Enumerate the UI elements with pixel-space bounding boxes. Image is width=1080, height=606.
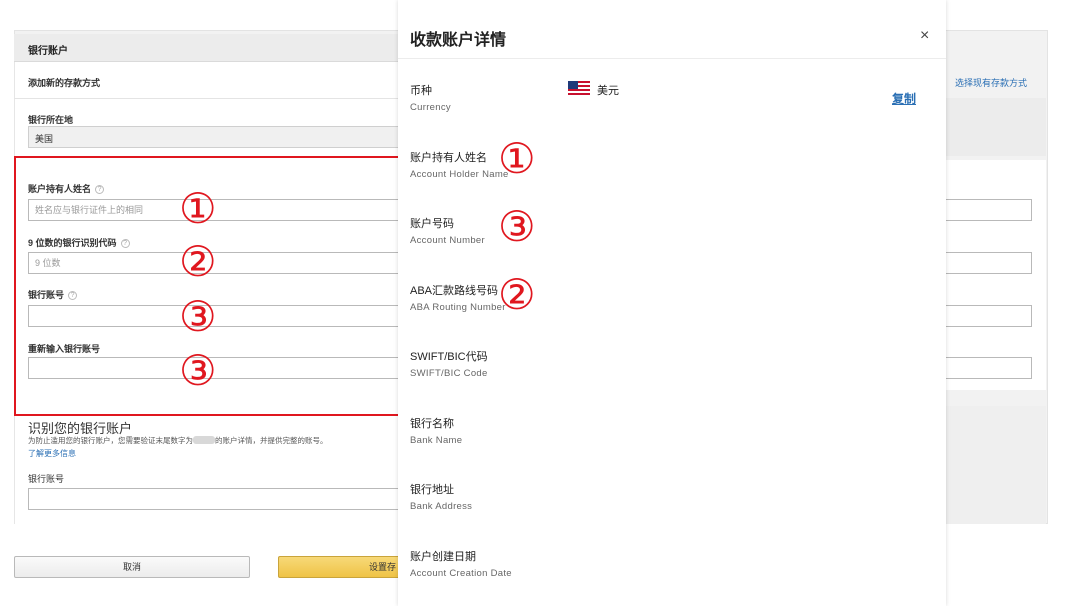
currency-label: 币种 xyxy=(410,85,432,97)
annotation-circle-1: ① xyxy=(179,184,217,233)
annotation-circle-3-modal: ③ xyxy=(498,202,536,251)
right-input-1[interactable] xyxy=(946,199,1032,221)
bank-address-field-en: Bank Address xyxy=(410,501,473,512)
holder-name-field: 账户持有人姓名 xyxy=(410,152,487,164)
learn-more-link[interactable]: 了解更多信息 xyxy=(28,448,76,459)
annotation-circle-3: ③ xyxy=(179,292,217,341)
choose-existing-link[interactable]: 选择现有存款方式 xyxy=(955,76,1027,89)
us-flag-icon xyxy=(568,81,590,95)
annotation-circle-2: ② xyxy=(179,237,217,286)
creation-date-field: 账户创建日期 xyxy=(410,551,476,563)
country-value: 美国 xyxy=(35,134,54,144)
account-number-field-en: Account Number xyxy=(410,235,485,246)
aba-routing-field: ABA汇款路线号码 xyxy=(410,285,499,297)
creation-date-field-en: Account Creation Date xyxy=(410,568,512,579)
annotation-circle-3b: ③ xyxy=(179,346,217,395)
bank-account-label: 银行账号 xyxy=(28,474,65,484)
annotation-circle-1-modal: ① xyxy=(498,134,536,183)
modal-title: 收款账户详情 xyxy=(410,32,507,49)
bank-name-field: 银行名称 xyxy=(410,418,454,430)
panel-header: 银行账户 xyxy=(14,34,414,62)
bank-account-verify-input[interactable] xyxy=(28,488,414,510)
swift-field-en: SWIFT/BIC Code xyxy=(410,368,488,379)
aba-routing-field-en: ABA Routing Number xyxy=(410,302,506,313)
redacted-digits xyxy=(193,436,215,444)
add-deposit-method-heading: 添加新的存款方式 xyxy=(28,78,101,88)
account-number-field: 账户号码 xyxy=(410,218,454,230)
annotation-circle-2-modal: ② xyxy=(498,270,536,319)
account-details-modal: 收款账户详情 × 币种 Currency 美元 复制 账户持有人姓名 Accou… xyxy=(398,0,946,606)
country-select[interactable]: 美国 xyxy=(28,126,414,148)
currency-label-en: Currency xyxy=(410,102,451,113)
identify-desc-pre: 为防止滥用您的银行账户，您需要验证末尾数字为 xyxy=(28,436,193,445)
country-label: 银行所在地 xyxy=(28,115,74,125)
identify-account-desc: 为防止滥用您的银行账户，您需要验证末尾数字为 的账户详情，并提供完整的账号。 xyxy=(28,435,328,446)
cancel-button[interactable]: 取消 xyxy=(14,556,250,578)
right-input-4[interactable] xyxy=(946,357,1032,379)
bank-name-field-en: Bank Name xyxy=(410,435,463,446)
holder-name-field-en: Account Holder Name xyxy=(410,169,509,180)
currency-value: 美元 xyxy=(597,85,619,97)
close-icon[interactable]: × xyxy=(920,28,929,44)
swift-field: SWIFT/BIC代码 xyxy=(410,351,488,363)
divider xyxy=(14,98,414,99)
bank-address-field: 银行地址 xyxy=(410,484,454,496)
right-panel-gray xyxy=(946,98,1046,156)
right-panel-white xyxy=(946,160,1046,390)
identify-desc-post: 的账户详情，并提供完整的账号。 xyxy=(215,436,328,445)
modal-divider xyxy=(398,58,946,59)
right-input-3[interactable] xyxy=(946,305,1032,327)
right-panel-lower xyxy=(946,406,1046,524)
set-deposit-button[interactable]: 设置存 xyxy=(278,556,400,578)
right-input-2[interactable] xyxy=(946,252,1032,274)
copy-button[interactable]: 复制 xyxy=(892,90,916,107)
